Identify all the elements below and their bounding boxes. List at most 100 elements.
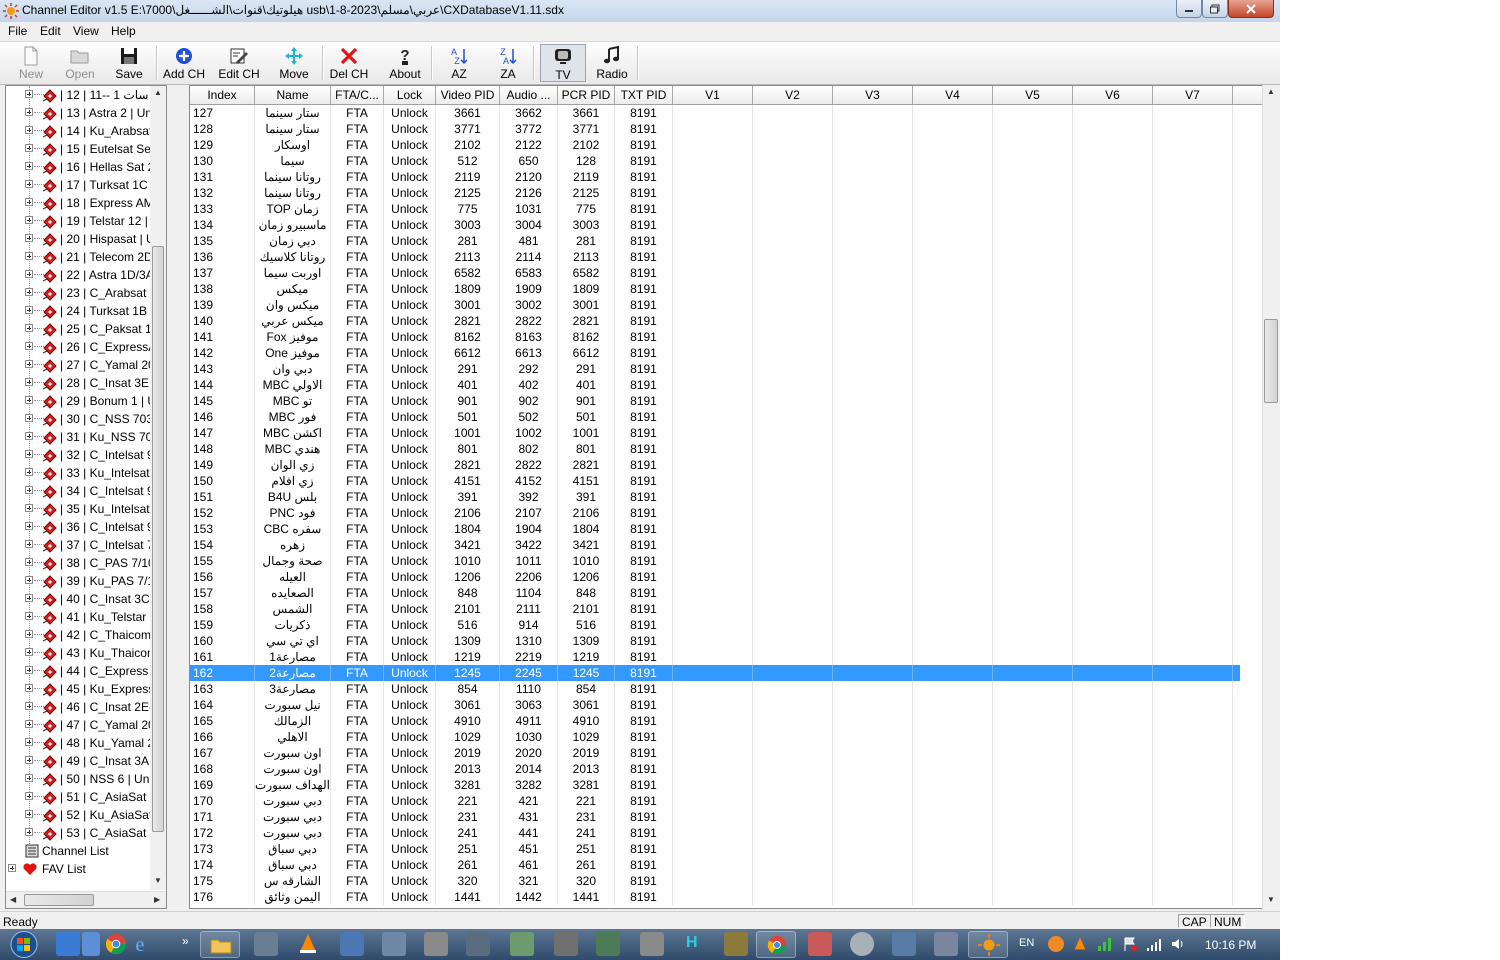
tree-item-satellite[interactable]: | 49 | C_Insat 3A | 05: [6, 752, 166, 770]
table-row[interactable]: 152 PNC فود FTA Unlock 2106 2107 2106 8191: [190, 505, 1240, 521]
table-row[interactable]: 161 مصارعة1 FTA Unlock 1219 2219 1219 8191: [190, 649, 1240, 665]
table-row[interactable]: 166 الاهلي FTA Unlock 1029 1030 1029 8191: [190, 729, 1240, 745]
tree-item-satellite[interactable]: | 21 | Telecom 2D | U: [6, 248, 166, 266]
tree-item-satellite[interactable]: | 43 | Ku_Thaicom 2-: [6, 644, 166, 662]
satellite-tree[interactable]: | 12 | 11-- عرب سات 1| 13 | Astra 2 | Un…: [5, 85, 167, 909]
expand-icon[interactable]: [25, 792, 33, 800]
column-header-lock[interactable]: Lock: [384, 86, 436, 104]
maximize-button[interactable]: [1202, 0, 1228, 18]
taskbar-app-icon[interactable]: [424, 932, 448, 956]
expand-icon[interactable]: [25, 558, 33, 566]
table-row[interactable]: 133 TOP زمان FTA Unlock 775 1031 775 8191: [190, 201, 1240, 217]
tree-item-satellite[interactable]: | 31 | Ku_NSS 703 | 0: [6, 428, 166, 446]
table-row[interactable]: 143 دبي وان FTA Unlock 291 292 291 8191: [190, 361, 1240, 377]
tree-item-satellite[interactable]: | 47 | C_Yamal 201 | (: [6, 716, 166, 734]
expand-icon[interactable]: [25, 144, 33, 152]
table-row[interactable]: 164 نيل سبورت FTA Unlock 3061 3063 3061 8191: [190, 697, 1240, 713]
table-row[interactable]: 135 دبي زمان FTA Unlock 281 481 281 8191: [190, 233, 1240, 249]
table-row[interactable]: 173 دبي سباق FTA Unlock 251 451 251 8191: [190, 841, 1240, 857]
grid-vertical-scrollbar[interactable]: ▲ ▼: [1262, 85, 1280, 909]
expand-icon[interactable]: [25, 162, 33, 170]
column-header-v1[interactable]: V1: [673, 86, 753, 104]
table-row[interactable]: 158 الشمس FTA Unlock 2101 2111 2101 8191: [190, 601, 1240, 617]
expand-icon[interactable]: [25, 270, 33, 278]
table-row[interactable]: 148 MBC هندي FTA Unlock 801 802 801 8191: [190, 441, 1240, 457]
menu-help[interactable]: Help: [111, 24, 136, 38]
tree-item-satellite[interactable]: | 13 | Astra 2 | Univer: [6, 104, 166, 122]
expand-icon[interactable]: [25, 594, 33, 602]
taskbar-app-icon[interactable]: [466, 932, 490, 956]
table-row[interactable]: 162 مصارعة2 FTA Unlock 1245 2245 1245 8191: [190, 665, 1240, 681]
expand-icon[interactable]: [25, 612, 33, 620]
chrome-icon[interactable]: [104, 932, 128, 956]
tree-item-satellite[interactable]: | 40 | C_Insat 3C | 05: [6, 590, 166, 608]
table-row[interactable]: 147 MBC اكشن FTA Unlock 1001 1002 1001 8191: [190, 425, 1240, 441]
tree-item-satellite[interactable]: | 46 | C_Insat 2E-3B |: [6, 698, 166, 716]
add-channel-button[interactable]: Add CH: [160, 42, 208, 84]
volume-icon[interactable]: [1170, 936, 1186, 952]
table-row[interactable]: 146 MBC فور FTA Unlock 501 502 501 8191: [190, 409, 1240, 425]
column-header-fta[interactable]: FTA/C...: [331, 86, 384, 104]
tree-item-satellite[interactable]: | 32 | C_Intelsat 904 |: [6, 446, 166, 464]
table-row[interactable]: 155 صحة وجمال FTA Unlock 1010 1011 1010 8191: [190, 553, 1240, 569]
column-header-txt-pid[interactable]: TXT PID: [615, 86, 673, 104]
taskbar-app-icon[interactable]: [808, 932, 832, 956]
table-row[interactable]: 167 اون سبورت FTA Unlock 2019 2020 2019 8191: [190, 745, 1240, 761]
table-row[interactable]: 172 دبي سبورت FTA Unlock 241 441 241 8191: [190, 825, 1240, 841]
tv-tab-button[interactable]: TV: [540, 44, 586, 82]
taskbar-app-icon[interactable]: [510, 932, 534, 956]
start-orb-icon[interactable]: [2, 929, 46, 960]
table-row[interactable]: 137 اوربت سيما FTA Unlock 6582 6583 6582 8191: [190, 265, 1240, 281]
expand-icon[interactable]: [25, 342, 33, 350]
tree-item-satellite[interactable]: | 20 | Hispasat | Univ: [6, 230, 166, 248]
table-row[interactable]: 127 ستار سينما FTA Unlock 3661 3662 3661 8191: [190, 105, 1240, 121]
taskbar-app-icon[interactable]: [254, 932, 278, 956]
column-header-v4[interactable]: V4: [913, 86, 993, 104]
taskbar-h-icon[interactable]: H: [686, 934, 698, 952]
table-row[interactable]: 129 اوسكار FTA Unlock 2102 2122 2102 8191: [190, 137, 1240, 153]
taskbar-app-icon[interactable]: [892, 932, 916, 956]
table-row[interactable]: 160 اي تي سي FTA Unlock 1309 1310 1309 8191: [190, 633, 1240, 649]
expand-icon[interactable]: [25, 810, 33, 818]
expand-icon[interactable]: [25, 90, 33, 98]
column-header-pcr-pid[interactable]: PCR PID: [558, 86, 615, 104]
expand-icon[interactable]: [25, 540, 33, 548]
expand-icon[interactable]: [25, 432, 33, 440]
expand-icon[interactable]: [25, 450, 33, 458]
clock-time[interactable]: 10:16 PM: [1205, 938, 1256, 952]
tree-item-satellite[interactable]: | 36 | C_Intelsat 906 |: [6, 518, 166, 536]
signal-bars-icon[interactable]: [1097, 936, 1113, 952]
expand-icon[interactable]: [25, 720, 33, 728]
tree-item-satellite[interactable]: | 35 | Ku_Intelsat 902: [6, 500, 166, 518]
table-row[interactable]: 174 دبي سباق FTA Unlock 261 461 261 8191: [190, 857, 1240, 873]
tree-item-satellite[interactable]: | 45 | Ku_Express 6A: [6, 680, 166, 698]
expand-icon[interactable]: [25, 576, 33, 584]
table-row[interactable]: 151 B4U بلس FTA Unlock 391 392 391 8191: [190, 489, 1240, 505]
tree-item-satellite[interactable]: | 52 | Ku_AsiaSat 2 | (: [6, 806, 166, 824]
column-header-index[interactable]: Index: [190, 86, 255, 104]
tree-horizontal-scrollbar[interactable]: ◀ ▶: [6, 891, 166, 908]
expand-icon[interactable]: [25, 522, 33, 530]
tree-item-satellite[interactable]: | 29 | Bonum 1 | Univ: [6, 392, 166, 410]
tree-item-satellite[interactable]: | 27 | C_Yamal 202 | (: [6, 356, 166, 374]
table-row[interactable]: 156 العيله FTA Unlock 1206 2206 1206 8191: [190, 569, 1240, 585]
column-header-name[interactable]: Name: [255, 86, 331, 104]
column-header-v2[interactable]: V2: [753, 86, 833, 104]
tree-item-satellite[interactable]: | 48 | Ku_Yamal 201: [6, 734, 166, 752]
tree-item-satellite[interactable]: | 50 | NSS 6 | Univers: [6, 770, 166, 788]
table-row[interactable]: 168 اون سبورت FTA Unlock 2013 2014 2013 8191: [190, 761, 1240, 777]
table-row[interactable]: 154 زهره FTA Unlock 3421 3422 3421 8191: [190, 537, 1240, 553]
language-indicator[interactable]: EN: [1019, 937, 1034, 949]
expand-icon[interactable]: [25, 468, 33, 476]
expand-icon[interactable]: [25, 252, 33, 260]
tree-item-satellite[interactable]: | 12 | 11-- عرب سات 1: [6, 86, 166, 104]
table-row[interactable]: 128 ستار سينما FTA Unlock 3771 3772 3771 8191: [190, 121, 1240, 137]
table-row[interactable]: 138 ميكس FTA Unlock 1809 1909 1809 8191: [190, 281, 1240, 297]
table-row[interactable]: 165 الزمالك FTA Unlock 4910 4911 4910 8191: [190, 713, 1240, 729]
table-row[interactable]: 144 MBC الاولي FTA Unlock 401 402 401 8191: [190, 377, 1240, 393]
table-row[interactable]: 150 زي افلام FTA Unlock 4151 4152 4151 8191: [190, 473, 1240, 489]
taskbar-overflow-icon[interactable]: »: [182, 934, 189, 948]
table-row[interactable]: 169 الهداف سبورت FTA Unlock 3281 3282 3281 8191: [190, 777, 1240, 793]
tree-item-satellite[interactable]: | 18 | Express AM 22: [6, 194, 166, 212]
expand-icon[interactable]: [25, 324, 33, 332]
